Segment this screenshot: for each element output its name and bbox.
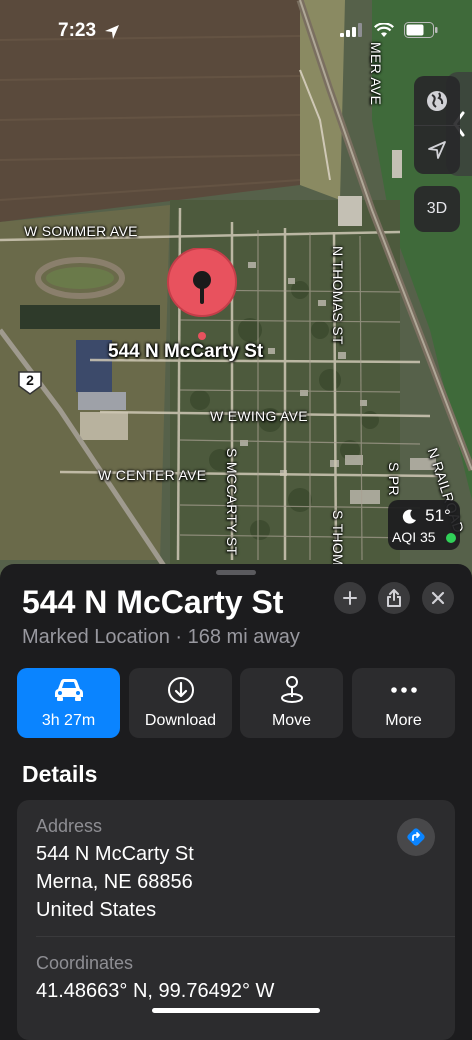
map-mode-button[interactable] — [414, 76, 460, 126]
action-label: Move — [271, 712, 312, 729]
status-bar: 7:23 — [0, 0, 472, 60]
address-directions-button[interactable] — [397, 818, 435, 856]
location-arrow-icon — [428, 140, 446, 159]
car-icon — [54, 679, 83, 701]
street-label-n-thomas: N THOMAS ST — [330, 246, 346, 345]
close-icon — [431, 591, 445, 605]
more-button[interactable]: More — [352, 668, 455, 738]
street-label-w-sommer: W SOMMER AVE — [24, 223, 138, 239]
street-label-s-mccarty: S MCCARTY ST — [224, 448, 240, 556]
action-label: Download — [144, 712, 217, 729]
address-label: Address — [36, 816, 103, 836]
globe-icon — [427, 90, 447, 111]
street-label-s-pr: S PR — [386, 462, 402, 496]
map-controls — [414, 76, 460, 174]
view-3d-button[interactable]: 3D — [414, 186, 460, 232]
add-button[interactable] — [334, 582, 366, 614]
place-title: 544 N McCarty St — [22, 584, 284, 620]
cellular-signal-icon — [340, 23, 362, 37]
pin-label: 544 N McCarty St — [108, 341, 264, 362]
ellipsis-icon — [390, 687, 417, 693]
download-icon — [167, 677, 194, 703]
place-sheet: 544 N McCarty St Marked Location · 168 m… — [0, 564, 472, 1040]
divider — [36, 936, 455, 937]
home-indicator — [152, 1008, 320, 1013]
close-button[interactable] — [422, 582, 454, 614]
download-button[interactable]: Download — [129, 668, 232, 738]
pin-move-icon — [280, 676, 303, 703]
weather-aqi: AQI 35 — [392, 529, 436, 545]
share-icon — [387, 589, 401, 607]
action-label: More — [385, 712, 422, 729]
street-label-w-ewing: W EWING AVE — [210, 408, 308, 424]
highway-number: 2 — [26, 372, 34, 388]
details-heading: Details — [22, 761, 98, 787]
address-line-3[interactable]: United States — [36, 899, 156, 922]
action-label: 3h 27m — [41, 712, 96, 729]
address-line-1[interactable]: 544 N McCarty St — [36, 843, 194, 866]
street-label-w-center: W CENTER AVE — [98, 467, 207, 483]
directions-drive-button[interactable]: 3h 27m — [17, 668, 120, 738]
status-time: 7:23 — [58, 20, 97, 41]
place-subtitle: Marked Location · 168 mi away — [22, 626, 300, 648]
move-button[interactable]: Move — [240, 668, 343, 738]
highway-shield-icon: 2 — [17, 370, 43, 396]
share-button[interactable] — [378, 582, 410, 614]
plus-icon — [343, 591, 357, 605]
address-line-2[interactable]: Merna, NE 68856 — [36, 871, 193, 894]
action-row: 3h 27m Download Move More — [17, 668, 455, 738]
wifi-icon — [374, 22, 394, 37]
weather-widget[interactable]: 51° AQI 35 — [388, 500, 460, 550]
details-card: Address 544 N McCarty St Merna, NE 68856… — [17, 800, 455, 1040]
weather-temp: 51° — [425, 506, 451, 525]
aqi-status-dot — [446, 533, 456, 543]
directions-icon — [407, 828, 425, 846]
locate-me-button[interactable] — [414, 125, 460, 174]
sheet-grabber[interactable] — [216, 570, 256, 575]
coordinates-value[interactable]: 41.48663° N, 99.76492° W — [36, 980, 274, 1003]
coordinates-label: Coordinates — [36, 953, 134, 973]
battery-icon — [404, 22, 438, 38]
location-services-icon — [105, 25, 119, 39]
map-view[interactable]: W SOMMER AVE W EWING AVE W CENTER AVE N … — [0, 0, 472, 580]
location-pin-icon[interactable] — [166, 247, 238, 342]
